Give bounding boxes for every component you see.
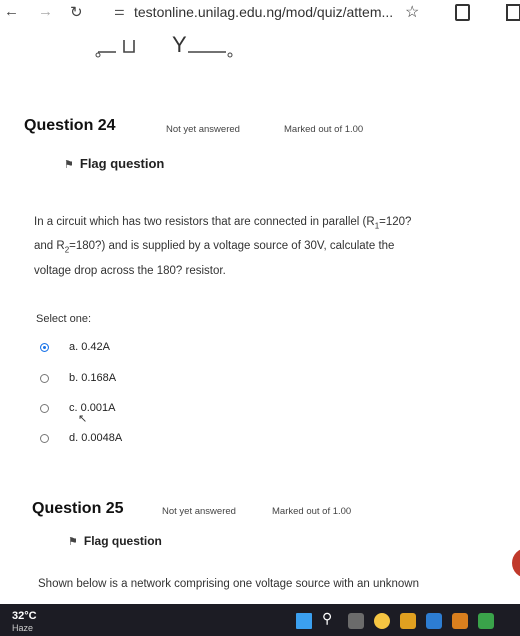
flag-question-25[interactable]: ⚑ Flag question — [68, 534, 162, 548]
flag-label: Flag question — [79, 156, 165, 171]
weather-condition: Haze — [12, 623, 34, 633]
option-a[interactable]: a. 0.42A — [40, 341, 110, 357]
weather-widget[interactable]: 32°C Haze — [12, 610, 37, 633]
flag-label: Flag question — [83, 534, 162, 548]
question-24-status: Not yet answered — [166, 124, 240, 135]
option-d[interactable]: d. 0.0048A — [40, 432, 122, 448]
question-text-line: and R — [34, 240, 65, 253]
windows-start-icon[interactable] — [296, 613, 312, 629]
site-logo: Y — [95, 32, 233, 58]
radio-c[interactable] — [40, 403, 49, 413]
site-info-icon[interactable]: ⚌ — [114, 4, 125, 18]
question-24-marks: Marked out of 1.00 — [284, 124, 364, 135]
search-icon[interactable]: ⚲ — [322, 610, 338, 626]
radio-d[interactable] — [40, 433, 49, 443]
question-text-line: =120? — [379, 216, 412, 228]
forward-arrow-icon[interactable]: → — [38, 3, 53, 20]
question-24-title: Question 24 — [24, 117, 116, 134]
app-icon-2[interactable] — [478, 613, 494, 629]
question-text-line: voltage drop across the 180? resistor. — [34, 264, 226, 277]
option-b[interactable]: b. 0.168A — [40, 372, 116, 388]
question-text-line: =180?) and is supplied by a voltage sour… — [69, 240, 395, 253]
file-explorer-icon[interactable] — [400, 613, 416, 629]
question-25-marks: Marked out of 1.00 — [272, 506, 352, 517]
mouse-cursor-icon: ↖ — [78, 413, 88, 425]
select-one-label: Select one: — [36, 313, 92, 325]
floating-action-button[interactable] — [512, 548, 520, 578]
store-icon[interactable] — [426, 613, 442, 629]
option-label: b. 0.168A — [69, 372, 117, 385]
option-label: d. 0.0048A — [69, 432, 123, 445]
taskbar: 32°C Haze ⚲ — [0, 604, 520, 636]
flag-question-24[interactable]: ⚑ Flag question — [64, 156, 164, 171]
tab-switcher-icon[interactable] — [506, 4, 520, 21]
question-text-line: In a circuit which has two resistors tha… — [34, 216, 375, 228]
option-label: a. 0.42A — [69, 341, 110, 354]
logo-letter: Y — [172, 32, 187, 57]
radio-b[interactable] — [40, 373, 49, 383]
weather-temp: 32°C — [12, 610, 37, 622]
chrome-icon[interactable] — [374, 613, 390, 629]
question-25-status: Not yet answered — [162, 506, 236, 517]
question-25-text: Shown below is a network comprising one … — [38, 578, 419, 590]
extensions-icon[interactable] — [455, 4, 470, 21]
flag-icon: ⚑ — [64, 159, 74, 171]
question-24-text: In a circuit which has two resistors tha… — [34, 212, 504, 281]
option-label: c. 0.001A — [69, 402, 116, 415]
back-arrow-icon[interactable]: ← — [4, 3, 19, 20]
question-25-title: Question 25 — [32, 500, 124, 517]
task-view-icon[interactable] — [348, 613, 364, 629]
browser-toolbar: ← → ↻ ⚌ testonline.unilag.edu.ng/mod/qui… — [0, 0, 520, 26]
reload-icon[interactable]: ↻ — [70, 3, 83, 21]
bookmark-star-icon[interactable]: ☆ — [405, 2, 419, 22]
address-bar[interactable]: testonline.unilag.edu.ng/mod/quiz/attem.… — [134, 4, 393, 20]
flag-icon: ⚑ — [68, 536, 78, 548]
app-icon[interactable] — [452, 613, 468, 629]
radio-a[interactable] — [40, 342, 49, 352]
